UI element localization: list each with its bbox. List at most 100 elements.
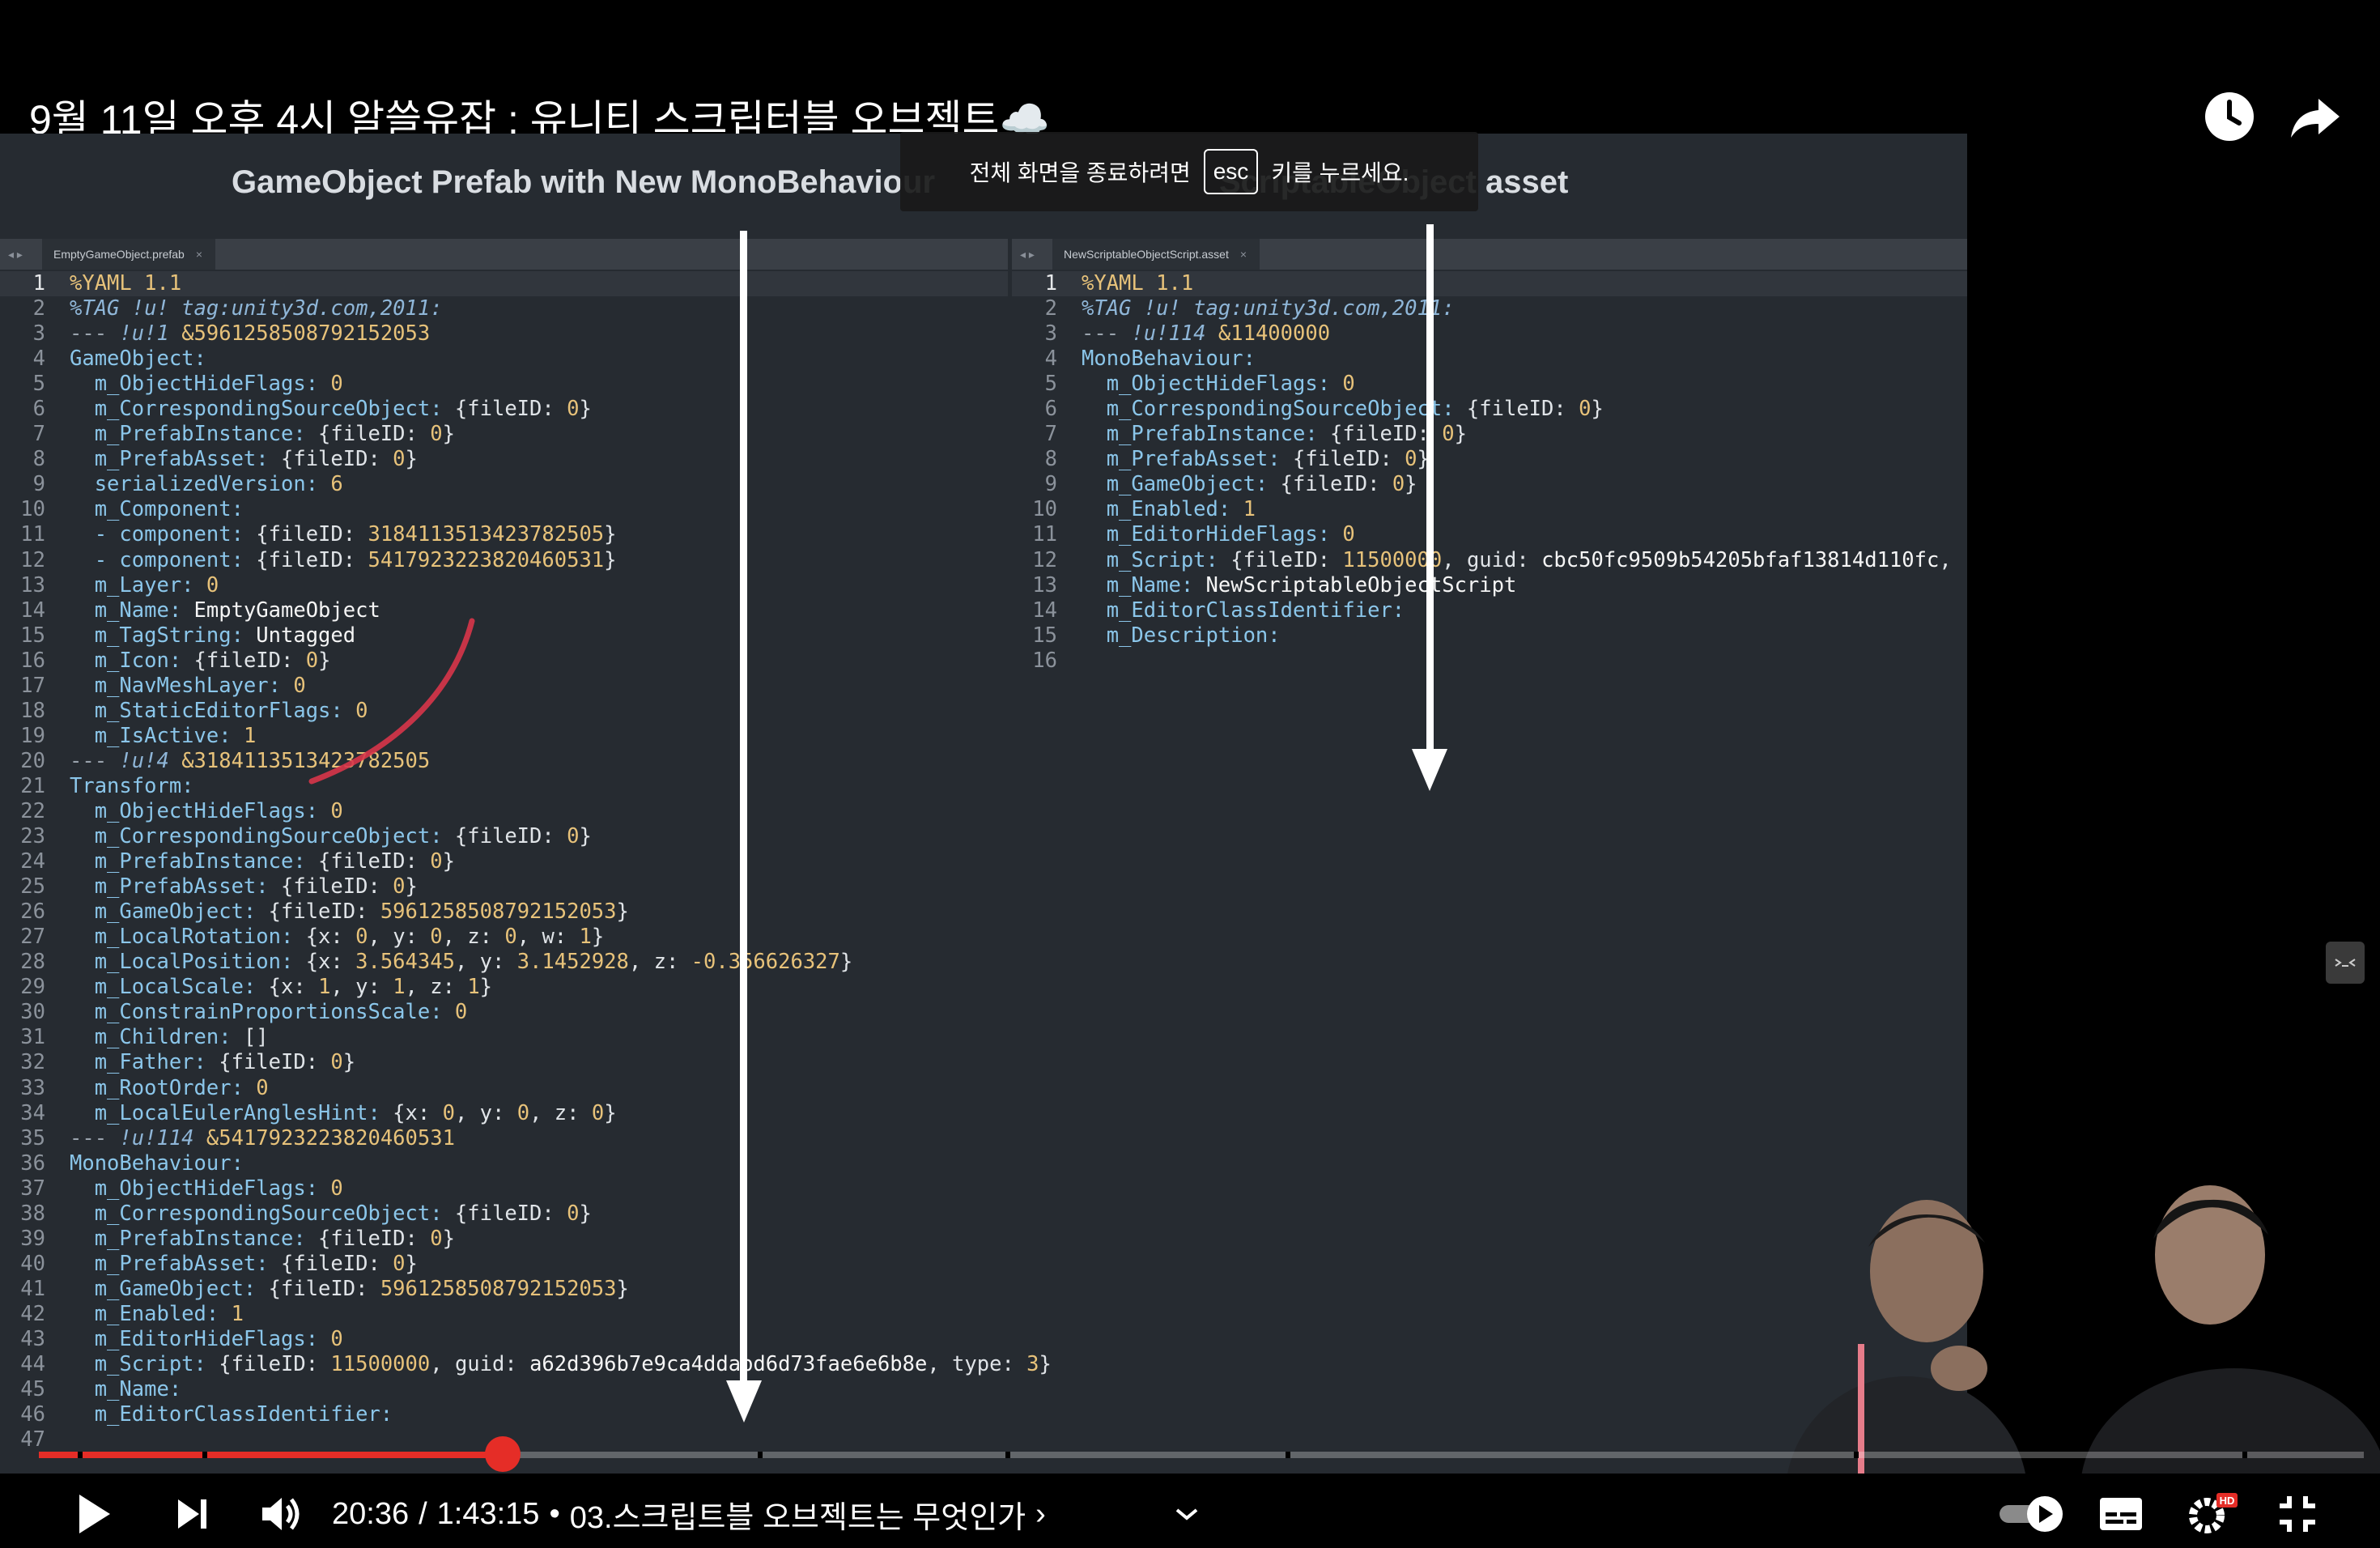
subtitles-icon xyxy=(2100,1498,2142,1530)
code-line: m_Script: {fileID: 11500000, guid: a62d3… xyxy=(70,1352,1052,1377)
code-token: 3.1452928 xyxy=(516,950,629,975)
code-line: m_CorrespondingSourceObject: {fileID: 0} xyxy=(70,1201,1052,1227)
code-token: , xyxy=(1939,547,1952,572)
code-token: m_GameObject: xyxy=(1082,472,1281,497)
share-icon[interactable] xyxy=(2286,87,2344,146)
code-token: m_PrefabInstance: xyxy=(70,849,319,874)
code-line: m_TagString: Untagged xyxy=(70,623,1052,649)
code-line: m_ConstrainProportionsScale: 0 xyxy=(70,1000,1052,1025)
chapter-divider xyxy=(1005,1452,1010,1458)
code-token: m_StaticEditorFlags: xyxy=(70,698,356,723)
code-token: MonoBehaviour: xyxy=(1082,347,1256,372)
code-token: } xyxy=(405,447,418,472)
code-token: m_Name: xyxy=(70,598,194,623)
side-overlay-badge[interactable] xyxy=(2326,942,2365,984)
exit-fullscreen-button[interactable] xyxy=(2276,1482,2318,1546)
chapter-title[interactable]: 03.스크립트블 오브젝트는 무엇인가 xyxy=(570,1492,1026,1537)
code-token: 0 xyxy=(516,1100,530,1125)
autoplay-toggle[interactable] xyxy=(1996,1482,2069,1546)
subtitles-button[interactable] xyxy=(2098,1482,2144,1546)
code-token: !u!114 xyxy=(119,1125,206,1150)
code-token: m_CorrespondingSourceObject: xyxy=(70,824,455,849)
right-code-editor[interactable]: %YAML 1.1 %TAG !u! tag:unity3d.com,2011: -… xyxy=(1082,271,1952,674)
code-token: } xyxy=(579,824,592,849)
code-token: 0 xyxy=(393,1251,406,1276)
chapter-dropdown[interactable] xyxy=(1174,1482,1200,1546)
line-number: 14 xyxy=(20,598,45,623)
chapter-chevron-icon[interactable]: › xyxy=(1035,1497,1046,1532)
line-number: 35 xyxy=(20,1125,45,1150)
play-icon xyxy=(79,1495,110,1533)
chapter-divider xyxy=(78,1452,83,1458)
line-number: 27 xyxy=(20,925,45,950)
line-number: 22 xyxy=(20,798,45,823)
code-token: Transform: xyxy=(70,773,194,798)
code-token: m_ObjectHideFlags: xyxy=(70,1176,331,1201)
right-tab-nav-arrows[interactable]: ◂ ▸ xyxy=(1020,239,1035,270)
close-icon[interactable]: × xyxy=(196,248,202,261)
code-line: --- !u!1 &5961258508792152053 xyxy=(70,321,1052,347)
code-line: --- !u!114 &11400000 xyxy=(1082,321,1952,347)
code-token: , guid: xyxy=(430,1352,530,1377)
code-token: } xyxy=(616,899,629,925)
code-token: } xyxy=(1454,422,1467,447)
progress-scrubber[interactable] xyxy=(485,1436,521,1472)
line-number: 25 xyxy=(20,874,45,899)
play-button[interactable] xyxy=(74,1482,113,1546)
code-token: m_TagString: xyxy=(70,623,257,648)
code-token: {fileID: xyxy=(268,899,380,925)
skip-next-icon xyxy=(178,1499,206,1529)
code-token: 0 xyxy=(293,673,306,698)
code-token: {fileID: xyxy=(454,1201,567,1226)
code-token: - component: xyxy=(70,547,257,572)
current-time: 20:36 xyxy=(332,1496,410,1531)
settings-button[interactable]: HD xyxy=(2186,1482,2239,1546)
line-number: 9 xyxy=(32,472,45,497)
line-number: 10 xyxy=(1032,497,1057,522)
code-token: 0 xyxy=(206,572,219,598)
duration: 1:43:15 xyxy=(436,1496,540,1531)
code-token: 5961258508792152053 xyxy=(380,899,617,925)
left-tab-nav-arrows[interactable]: ◂ ▸ xyxy=(8,239,23,270)
video-frame[interactable]: GameObject Prefab with New MonoBehaviour… xyxy=(0,134,1967,1474)
code-token: 0 xyxy=(393,447,406,472)
watch-later-icon[interactable] xyxy=(2200,87,2259,146)
code-token: , z: xyxy=(442,925,505,950)
code-token: 0 xyxy=(393,874,406,899)
code-token: m_ObjectHideFlags: xyxy=(1082,372,1343,397)
code-line: %TAG !u! tag:unity3d.com,2011: xyxy=(1082,296,1952,321)
line-number: 47 xyxy=(20,1427,45,1452)
line-number: 24 xyxy=(20,849,45,874)
code-token: 0 xyxy=(430,1226,443,1251)
code-token: 3184113513423782505 xyxy=(368,522,605,547)
left-line-numbers: 1 2 3 4 5 6 7 8 9 10 11 12 13 14 15 16 17 18 19 20 21 22 23 24 2… xyxy=(0,271,45,1452)
code-token: m_ConstrainProportionsScale: xyxy=(70,1000,455,1025)
code-token: {fileID: xyxy=(318,422,431,447)
code-token: {fileID: xyxy=(256,522,368,547)
line-number: 8 xyxy=(32,447,45,472)
right-file-tab[interactable]: NewScriptableObjectScript.asset × xyxy=(1052,239,1260,270)
code-token: a62d396b7e9ca4ddabd6d73fae6e6b8e xyxy=(529,1352,928,1377)
volume-button[interactable] xyxy=(259,1482,303,1546)
code-token: [] xyxy=(243,1025,269,1050)
next-button[interactable] xyxy=(173,1482,212,1546)
left-code-editor[interactable]: %YAML 1.1 %TAG !u! tag:unity3d.com,2011: -… xyxy=(70,271,1052,1452)
line-number: 7 xyxy=(32,422,45,447)
code-token: , y: xyxy=(368,925,431,950)
code-token: m_PrefabInstance: xyxy=(70,422,319,447)
code-token: m_Script: xyxy=(70,1352,219,1377)
autoplay-toggle-icon xyxy=(2000,1496,2063,1532)
code-token: m_PrefabAsset: xyxy=(70,1251,281,1276)
code-token: } xyxy=(1417,447,1430,472)
code-token: m_LocalScale: xyxy=(70,975,269,1000)
code-token: } xyxy=(1039,1352,1052,1377)
code-token: m_Name: xyxy=(70,1377,182,1402)
close-icon[interactable]: × xyxy=(1240,248,1247,261)
code-token: {x: xyxy=(268,975,319,1000)
line-number: 33 xyxy=(20,1075,45,1100)
code-token: --- xyxy=(70,748,120,773)
left-file-tab[interactable]: EmptyGameObject.prefab × xyxy=(42,239,216,270)
code-token: {fileID: xyxy=(281,1251,393,1276)
code-token: {fileID: xyxy=(193,648,306,673)
